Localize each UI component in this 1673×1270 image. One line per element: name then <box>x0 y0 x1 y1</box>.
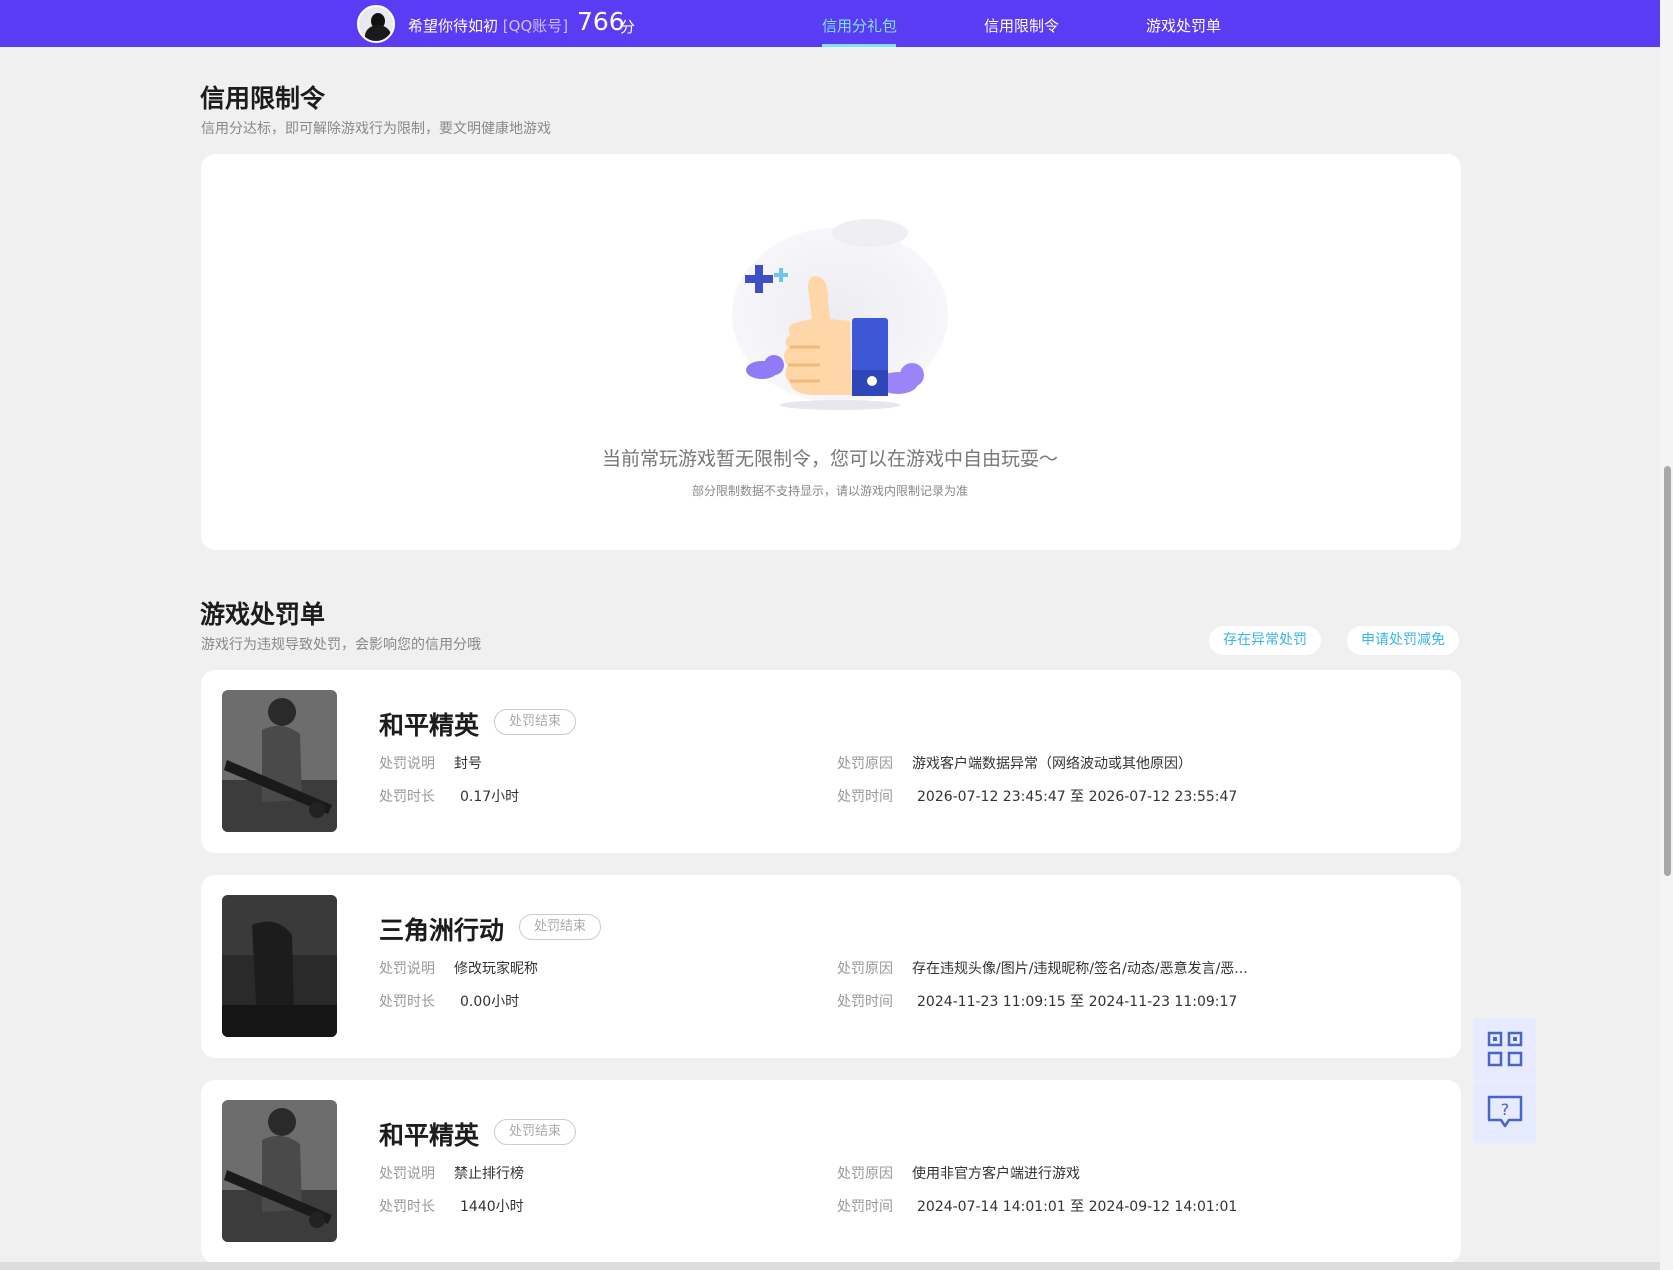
apply-reduction-button[interactable]: 申请处罚减免 <box>1347 626 1459 655</box>
punishment-item[interactable]: 三角洲行动 处罚结束 处罚说明 修改玩家昵称 处罚时长 0.00小时 处罚原因 … <box>201 875 1461 1058</box>
nav-tab-credit-gift[interactable]: 信用分礼包 <box>822 15 897 36</box>
nav-tab-game-punishment[interactable]: 游戏处罚单 <box>1146 15 1221 36</box>
desc-value: 封号 <box>454 756 482 772</box>
desc-value: 禁止排行榜 <box>454 1166 524 1182</box>
empty-state-note: 部分限制数据不支持显示，请以游戏内限制记录为准 <box>691 484 968 498</box>
duration-value: 1440小时 <box>460 1199 524 1215</box>
time-range: 2024-11-23 11:09:15 至 2024-11-23 11:09:1… <box>917 991 1237 1011</box>
reason-value: 使用非官方客户端进行游戏 <box>912 1166 1080 1182</box>
time-end: 2024-09-12 14:01:01 <box>1088 1199 1238 1215</box>
time-start: 2024-11-23 11:09:15 <box>917 994 1066 1010</box>
credit-score: 766 <box>577 7 625 36</box>
qrcode-button[interactable] <box>1473 1018 1536 1080</box>
avatar-body-shape <box>365 25 391 41</box>
desc-label: 处罚说明 <box>379 756 435 772</box>
credit-score-unit: 分 <box>620 18 636 36</box>
qrcode-icon <box>1487 1031 1523 1067</box>
svg-text:?: ? <box>1501 1100 1510 1119</box>
game-thumbnail-peace-elite <box>222 1100 337 1242</box>
duration-label: 处罚时长 <box>379 1199 435 1215</box>
punishment-section-subtitle: 游戏行为违规导致处罚，会影响您的信用分哦 <box>201 637 481 653</box>
user-avatar[interactable] <box>357 5 395 43</box>
thumbs-up-illustration-icon <box>732 219 948 410</box>
desc-value: 修改玩家昵称 <box>454 961 538 977</box>
time-range: 2026-07-12 23:45:47 至 2026-07-12 23:55:4… <box>917 786 1237 806</box>
time-label: 处罚时间 <box>837 789 893 805</box>
bottom-edge <box>0 1262 1660 1270</box>
reason-label: 处罚原因 <box>837 756 893 772</box>
restriction-section-title: 信用限制令 <box>200 84 326 113</box>
status-badge: 处罚结束 <box>494 1119 577 1145</box>
time-end: 2024-11-23 11:09:17 <box>1088 994 1238 1010</box>
time-to: 至 <box>1070 994 1085 1010</box>
duration-label: 处罚时长 <box>379 994 435 1010</box>
nav-tab-credit-restriction[interactable]: 信用限制令 <box>984 15 1059 36</box>
punishment-item[interactable]: 和平精英 处罚结束 处罚说明 禁止排行榜 处罚时长 1440小时 处罚原因 使用… <box>201 1080 1461 1263</box>
page-scrollbar-thumb[interactable] <box>1664 466 1671 876</box>
duration-value: 0.00小时 <box>460 994 520 1010</box>
time-to: 至 <box>1070 789 1085 805</box>
empty-state-message: 当前常玩游戏暂无限制令，您可以在游戏中自由玩耍～ <box>601 448 1058 470</box>
game-name: 和平精英 <box>379 711 480 740</box>
time-range: 2024-07-14 14:01:01 至 2024-09-12 14:01:0… <box>917 1196 1237 1216</box>
time-label: 处罚时间 <box>837 994 893 1010</box>
duration-label: 处罚时长 <box>379 789 435 805</box>
status-badge: 处罚结束 <box>519 914 602 940</box>
abnormal-punishment-button[interactable]: 存在异常处罚 <box>1209 626 1321 655</box>
time-to: 至 <box>1070 1199 1085 1215</box>
game-name: 和平精英 <box>379 1121 480 1150</box>
punishment-section-title: 游戏处罚单 <box>200 600 326 629</box>
reason-label: 处罚原因 <box>837 1166 893 1182</box>
time-end: 2026-07-12 23:55:47 <box>1088 789 1238 805</box>
game-thumbnail-delta-force <box>222 895 337 1037</box>
reason-value: 游戏客户端数据异常（网络波动或其他原因） <box>912 756 1192 772</box>
duration-value: 0.17小时 <box>460 789 520 805</box>
status-badge: 处罚结束 <box>494 709 577 735</box>
time-start: 2024-07-14 14:01:01 <box>917 1199 1066 1215</box>
feedback-button[interactable]: ? <box>1473 1081 1536 1143</box>
punishment-item[interactable]: 和平精英 处罚结束 处罚说明 封号 处罚时长 0.17小时 处罚原因 游戏客户端… <box>201 670 1461 853</box>
game-thumbnail-peace-elite <box>222 690 337 832</box>
restriction-section-subtitle: 信用分达标，即可解除游戏行为限制，要文明健康地游戏 <box>201 121 551 137</box>
time-start: 2026-07-12 23:45:47 <box>917 789 1066 805</box>
reason-label: 处罚原因 <box>837 961 893 977</box>
reason-value: 存在违规头像/图片/违规昵称/签名/动态/恶意发言/恶... <box>912 961 1248 977</box>
user-name: 希望你待如初 <box>408 17 499 35</box>
desc-label: 处罚说明 <box>379 961 435 977</box>
nav-active-indicator <box>822 44 896 47</box>
time-label: 处罚时间 <box>837 1199 893 1215</box>
top-header-bar: 希望你待如初 [QQ账号] 766 分 信用分礼包 信用限制令 游戏处罚单 <box>0 0 1660 47</box>
game-name: 三角洲行动 <box>379 916 505 945</box>
feedback-icon: ? <box>1487 1095 1523 1128</box>
desc-label: 处罚说明 <box>379 1166 435 1182</box>
user-name-label: 希望你待如初 [QQ账号] <box>408 15 568 36</box>
account-type: [QQ账号] <box>502 17 569 35</box>
